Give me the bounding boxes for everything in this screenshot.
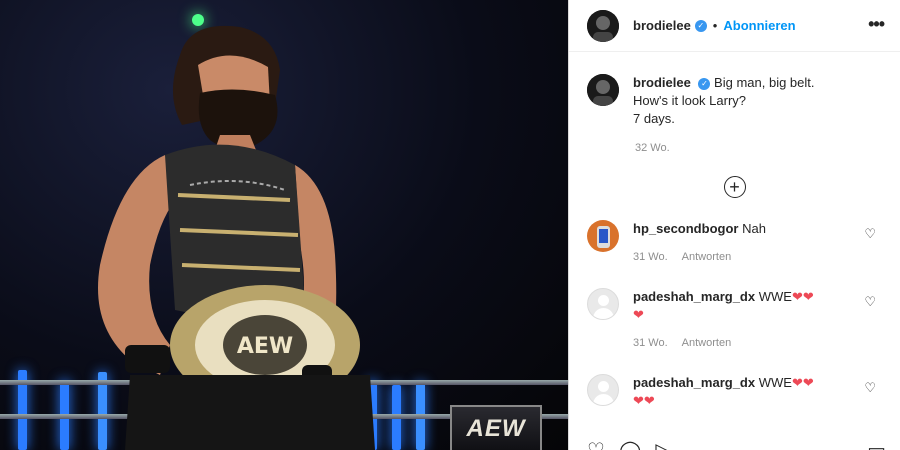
- comment-time[interactable]: 31 Wo.: [633, 337, 668, 349]
- post-header: brodielee ✓ • Abonnieren •••: [569, 0, 900, 52]
- bookmark-icon[interactable]: ▭: [867, 438, 886, 450]
- like-comment-icon[interactable]: ♡: [864, 294, 876, 310]
- commenter-avatar[interactable]: [587, 288, 619, 320]
- post-caption: brodielee ✓ Big man, big belt. How's it …: [569, 52, 900, 128]
- like-comment-icon[interactable]: ♡: [864, 226, 876, 242]
- comment-time[interactable]: 31 Wo.: [633, 251, 668, 263]
- post-actions: ♡ ◯ ▷: [587, 438, 671, 450]
- post-sidebar: brodielee ✓ • Abonnieren ••• brodielee ✓…: [568, 0, 900, 450]
- comment-text: Nah: [742, 221, 766, 236]
- aew-banner: AEW: [450, 405, 542, 450]
- comment-text: WWE: [758, 375, 792, 390]
- caption-line: 7 days.: [633, 111, 675, 126]
- verified-icon: ✓: [698, 77, 711, 90]
- comment-item: hp_secondbogor Nah 31 Wo. Antworten ♡: [569, 220, 900, 266]
- heart-emoji: ❤❤: [791, 375, 814, 390]
- wrestler-figure: AEW: [98, 25, 375, 450]
- comment-text: WWE: [758, 289, 792, 304]
- caption-time[interactable]: 32 Wo.: [635, 142, 900, 154]
- like-icon[interactable]: ♡: [587, 438, 605, 450]
- comment-username[interactable]: hp_secondbogor: [633, 221, 738, 236]
- follow-button[interactable]: Abonnieren: [723, 18, 795, 33]
- commenter-avatar[interactable]: [587, 374, 619, 406]
- separator-dot: •: [712, 18, 718, 33]
- post-photo[interactable]: AEW AEW: [0, 0, 568, 450]
- caption-line: How's it look Larry?: [633, 93, 747, 108]
- comment-item: padeshah_marg_dx WWE❤❤ ❤ 31 Wo. Antworten…: [569, 288, 900, 352]
- comment-username[interactable]: padeshah_marg_dx: [633, 289, 755, 304]
- author-username[interactable]: brodielee: [633, 18, 691, 33]
- comment-icon[interactable]: ◯: [619, 438, 641, 450]
- heart-emoji: ❤❤: [791, 289, 814, 304]
- caption-avatar[interactable]: [587, 74, 619, 106]
- caption-username[interactable]: brodielee: [633, 75, 691, 90]
- comment-username[interactable]: padeshah_marg_dx: [633, 375, 755, 390]
- reply-button[interactable]: Antworten: [682, 337, 732, 349]
- comment-item: padeshah_marg_dx WWE❤❤ ❤❤ ♡: [569, 374, 900, 410]
- verified-icon: ✓: [694, 19, 707, 32]
- svg-text:AEW: AEW: [237, 334, 293, 359]
- more-options-icon[interactable]: •••: [868, 15, 885, 33]
- author-avatar[interactable]: [587, 9, 619, 42]
- reply-button[interactable]: Antworten: [682, 251, 732, 263]
- share-icon[interactable]: ▷: [655, 438, 670, 450]
- load-more-comments[interactable]: +: [569, 176, 900, 202]
- plus-circle-icon[interactable]: +: [723, 176, 746, 198]
- like-comment-icon[interactable]: ♡: [864, 380, 876, 396]
- heart-emoji: ❤❤: [633, 393, 655, 408]
- commenter-avatar[interactable]: [587, 220, 619, 252]
- caption-line: Big man, big belt.: [714, 75, 815, 90]
- heart-emoji: ❤: [633, 307, 644, 322]
